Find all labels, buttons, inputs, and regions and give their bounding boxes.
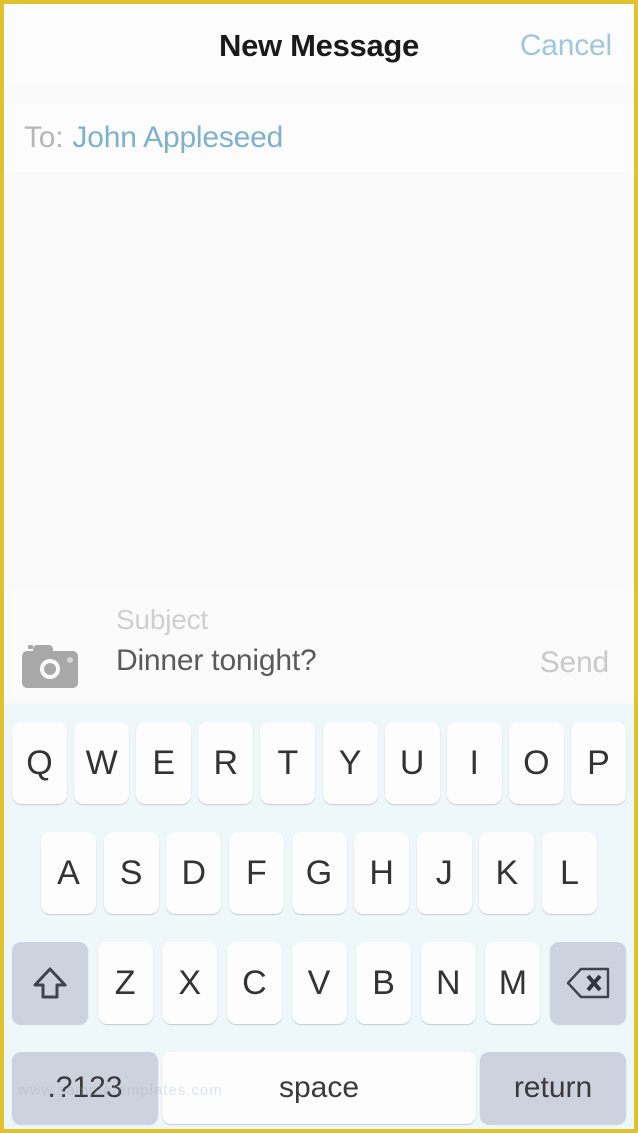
subject-input[interactable]: Dinner tonight? <box>116 644 317 678</box>
key-t[interactable]: T <box>260 722 316 804</box>
key-h[interactable]: H <box>354 832 410 914</box>
camera-flash <box>67 657 73 663</box>
key-o[interactable]: O <box>508 722 564 804</box>
keyboard-row-1: Q W E R T Y U I O P <box>4 722 634 804</box>
key-m[interactable]: M <box>485 942 541 1024</box>
on-screen-keyboard: Q W E R T Y U I O P A S D F G H J K L Z … <box>4 704 634 1129</box>
keyboard-row-4: .?123 space return <box>4 1052 634 1124</box>
recipient-token-john-appleseed[interactable]: John Appleseed <box>72 121 283 155</box>
send-button[interactable]: Send <box>540 646 609 680</box>
keyboard-row-2: A S D F G H J K L <box>4 832 634 914</box>
navigation-bar: New Message Cancel <box>4 4 634 87</box>
camera-lens <box>40 659 60 679</box>
key-g[interactable]: G <box>291 832 347 914</box>
return-key[interactable]: return <box>480 1052 626 1124</box>
key-w[interactable]: W <box>74 722 130 804</box>
key-q[interactable]: Q <box>12 722 67 804</box>
space-key[interactable]: space <box>162 1052 476 1124</box>
key-u[interactable]: U <box>384 722 440 804</box>
key-d[interactable]: D <box>166 832 222 914</box>
shift-key[interactable] <box>12 942 88 1024</box>
key-f[interactable]: F <box>228 832 284 914</box>
key-r[interactable]: R <box>198 722 254 804</box>
key-n[interactable]: N <box>420 942 476 1024</box>
key-b[interactable]: B <box>356 942 412 1024</box>
subject-placeholder-label: Subject <box>116 604 208 635</box>
key-l[interactable]: L <box>542 832 597 914</box>
camera-icon[interactable] <box>22 644 78 688</box>
subject-send-bar: Subject Dinner tonight? Send <box>4 590 634 700</box>
key-x[interactable]: X <box>162 942 218 1024</box>
numbers-mode-key[interactable]: .?123 <box>12 1052 158 1124</box>
key-i[interactable]: I <box>446 722 502 804</box>
key-k[interactable]: K <box>479 832 535 914</box>
cancel-button[interactable]: Cancel <box>520 29 612 63</box>
key-p[interactable]: P <box>570 722 626 804</box>
key-z[interactable]: Z <box>97 942 153 1024</box>
key-y[interactable]: Y <box>322 722 378 804</box>
key-j[interactable]: J <box>416 832 472 914</box>
page-title: New Message <box>218 27 420 63</box>
key-s[interactable]: S <box>103 832 159 914</box>
key-v[interactable]: V <box>291 942 347 1024</box>
key-e[interactable]: E <box>136 722 192 804</box>
to-label: To: <box>24 121 64 154</box>
keyboard-row-3: Z X C V B N M <box>4 942 634 1024</box>
backspace-delete-icon <box>566 967 610 999</box>
key-a[interactable]: A <box>41 832 96 914</box>
shift-arrow-icon <box>33 967 67 999</box>
key-c[interactable]: C <box>226 942 282 1024</box>
phone-screen: New Message Cancel To: John Appleseed Su… <box>0 0 638 1133</box>
recipient-row[interactable]: To: John Appleseed <box>4 104 634 172</box>
backspace-key[interactable] <box>550 942 626 1024</box>
